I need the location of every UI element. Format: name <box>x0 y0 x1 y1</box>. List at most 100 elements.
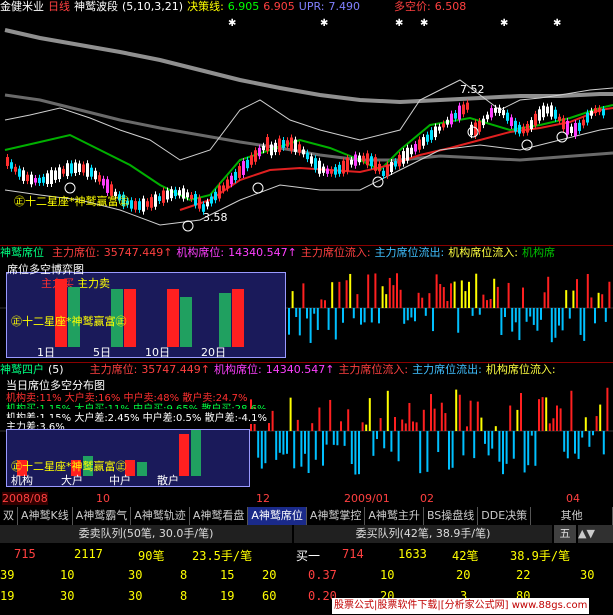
household-bar <box>588 431 591 447</box>
seat-bar <box>468 281 470 308</box>
seat-bar <box>288 308 290 335</box>
household-bar <box>372 431 375 456</box>
seat-bar <box>558 308 560 326</box>
tab-9[interactable]: DDE决策 <box>478 507 532 525</box>
queue-cell: 10 <box>380 568 395 582</box>
tab-1[interactable]: A神鹫K线 <box>18 507 73 525</box>
seat-bar <box>561 308 564 331</box>
seat-bar <box>486 300 488 308</box>
household-bar <box>307 431 310 474</box>
seat-bar <box>410 308 413 318</box>
household-bar <box>480 417 483 431</box>
star-marker: ✱ <box>320 18 328 29</box>
household-bar <box>509 405 512 431</box>
household-bar <box>516 409 519 431</box>
household-bar <box>314 431 317 460</box>
household-bar <box>325 431 328 445</box>
queue-cell: 20 <box>262 568 277 582</box>
seat-bar <box>352 308 355 319</box>
signal-circle <box>252 182 264 194</box>
buy-price: 714 <box>342 547 364 561</box>
seat-bar <box>532 308 535 325</box>
seat-bar <box>334 308 337 340</box>
household-bar <box>566 431 569 459</box>
household-bar <box>584 417 587 431</box>
seat-bar <box>342 308 344 323</box>
household-bar <box>412 421 414 431</box>
household-bar <box>354 431 357 475</box>
seat-bar <box>514 308 517 323</box>
household-bar <box>505 431 508 464</box>
seat-bar <box>507 282 510 308</box>
seat-bar <box>399 289 402 308</box>
queue-cell: 30 <box>60 589 75 603</box>
queue-cell: 20 <box>456 568 471 582</box>
queue-cell: 8 <box>180 568 188 582</box>
household-label-4: 散户 <box>157 474 179 487</box>
tab-10[interactable]: 其他 <box>531 507 613 525</box>
scroll-down-icon[interactable]: ▼ <box>586 527 594 540</box>
seat-popup-label-1: 1日 <box>37 346 55 359</box>
household-bar <box>512 431 515 459</box>
household-bar <box>527 431 530 466</box>
household-bar <box>570 390 573 431</box>
seat-bar <box>396 273 398 308</box>
seat-bar <box>360 308 362 325</box>
tab-3[interactable]: A神鹫轨迹 <box>131 507 190 525</box>
sell-avg: 23.5手/笔 <box>192 549 253 563</box>
household-bar <box>376 431 378 440</box>
household-bar <box>415 422 418 431</box>
signal-circle <box>372 176 384 188</box>
household-bar <box>336 431 339 446</box>
household-bar <box>469 400 472 431</box>
seat-popup-label-4: 20日 <box>201 346 226 359</box>
seat-bar <box>338 281 341 308</box>
tab-0[interactable]: 双 <box>0 507 18 525</box>
household-bar <box>361 422 364 431</box>
star-marker: ✱ <box>228 18 236 29</box>
five-button[interactable]: 五 <box>554 525 576 543</box>
household-bar <box>358 431 360 475</box>
seat-bar <box>298 308 301 336</box>
tab-8[interactable]: BS操盘线 <box>424 507 479 525</box>
household-bar <box>397 431 400 462</box>
seat-bar <box>439 284 442 308</box>
seat-bar <box>504 308 506 318</box>
queue-cell: 19 <box>220 589 235 603</box>
seat-bar <box>327 308 330 330</box>
date-label: 2008/08 <box>2 492 48 505</box>
tab-6[interactable]: A神鹫掌控 <box>307 507 366 525</box>
household-bar <box>451 431 454 468</box>
signal-circle <box>182 220 194 232</box>
tab-4[interactable]: A神鹫看盘 <box>190 507 249 525</box>
seat-bar <box>453 281 456 308</box>
household-bar <box>455 389 458 431</box>
tab-2[interactable]: A神鹫霸气 <box>73 507 132 525</box>
seat-bar <box>381 286 384 308</box>
price-chart-panel[interactable]: 金健米业 日线 神鹫波段 (5,10,3,21) 决策线: 6.905 6.905 UPR: 7… <box>0 0 613 245</box>
seat-bar <box>601 294 604 308</box>
tab-7[interactable]: A神鹫主升 <box>365 507 424 525</box>
seat-bar <box>460 280 463 308</box>
household-bar <box>476 401 479 431</box>
tab-5[interactable]: A神鹫席位 <box>248 507 307 525</box>
seat-bar <box>295 308 298 318</box>
household-bar <box>523 431 526 473</box>
seat-panel[interactable]: 神鹫席位 主力席位: 35747.449↑ 机构席位: 14340.547↑ 主力席位流入… <box>0 246 613 362</box>
star-marker: ✱ <box>395 18 403 29</box>
indicator-tabs: 双 A神鹫K线 A神鹫霸气 A神鹫轨迹 A神鹫看盘 A神鹫席位 A神鹫掌控 A神… <box>0 507 613 525</box>
seat-bar <box>324 300 326 308</box>
household-bar <box>595 416 598 431</box>
buy-queue-title: 委买队列(42笔, 38.9手/笔) <box>294 525 552 543</box>
seat-bar <box>464 291 467 308</box>
household-bar <box>530 431 533 436</box>
seat-bar <box>446 301 449 308</box>
queue-scroll-buttons[interactable]: ▲▼ <box>578 525 613 543</box>
four-household-panel[interactable]: 神鹫四户 (5) 主力席位: 35747.449↑ 机构席位: 14340.547↑ 主力席… <box>0 363 613 491</box>
order-queue: 委卖队列(50笔, 30.0手/笔) 委买队列(42笔, 38.9手/笔) 五 … <box>0 525 613 615</box>
seat-bar <box>385 294 388 308</box>
sell-volume: 2117 <box>74 547 103 561</box>
household-bar <box>340 421 342 431</box>
seat-bar <box>331 282 334 308</box>
date-label: 2009/01 <box>344 492 390 505</box>
